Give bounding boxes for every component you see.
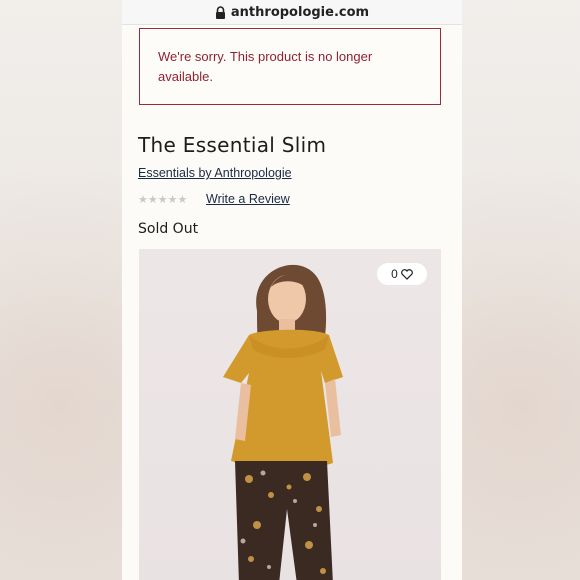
availability-status: Sold Out: [138, 221, 199, 237]
lock-icon: [215, 5, 225, 19]
model-photo: [223, 264, 343, 580]
unavailable-alert: We're sorry. This product is no longer a…: [139, 28, 441, 105]
url-text[interactable]: anthropologie.com: [231, 5, 369, 20]
brand-link[interactable]: Essentials by Anthropologie: [138, 166, 292, 180]
rating-stars: ★★★★★: [138, 194, 188, 206]
favorites-count: 0: [391, 267, 398, 281]
blurred-background-left: [0, 0, 122, 580]
heart-icon: [400, 268, 413, 280]
product-image[interactable]: 0: [139, 249, 441, 580]
product-title: The Essential Slim: [138, 133, 327, 157]
address-bar[interactable]: anthropologie.com: [122, 0, 462, 25]
blurred-background-right: [462, 0, 580, 580]
favorite-button[interactable]: 0: [377, 263, 427, 285]
mobile-browser-viewport: anthropologie.com We're sorry. This prod…: [122, 0, 462, 580]
alert-message: We're sorry. This product is no longer a…: [158, 49, 373, 84]
write-review-link[interactable]: Write a Review: [206, 192, 290, 206]
